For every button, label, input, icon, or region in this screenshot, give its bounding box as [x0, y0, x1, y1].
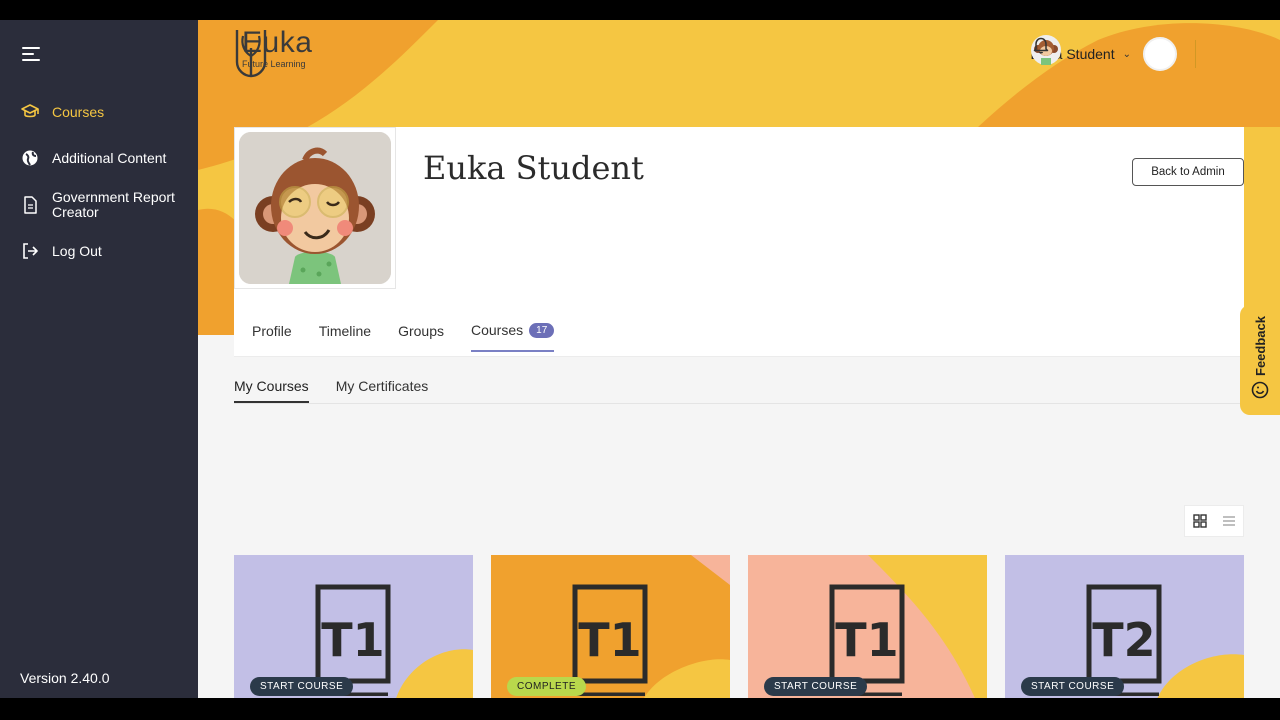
list-view-icon[interactable]	[1214, 506, 1243, 536]
tab-label: Groups	[398, 323, 444, 339]
profile-avatar	[234, 127, 396, 289]
sidebar-item-label: Log Out	[52, 242, 102, 259]
subtab-my-certificates[interactable]: My Certificates	[336, 378, 429, 403]
sidebar: Courses Additional Content Government Re…	[0, 20, 198, 698]
chevron-down-icon[interactable]: ⌄	[1123, 49, 1131, 60]
profile-card: Euka Student Back to Admin Profile Timel…	[234, 127, 1244, 357]
tab-timeline[interactable]: Timeline	[319, 322, 371, 352]
status-badge: START COURSE	[764, 677, 868, 696]
sidebar-item-log-out[interactable]: Log Out	[20, 241, 102, 261]
feedback-smile-icon	[1251, 381, 1269, 404]
tab-courses[interactable]: Courses 17	[471, 322, 555, 352]
tab-profile[interactable]: Profile	[252, 322, 292, 352]
book-label: T1	[321, 613, 384, 667]
user-menu: Euka Student ⌄	[1030, 35, 1280, 73]
back-to-admin-button[interactable]: Back to Admin	[1132, 158, 1244, 186]
book-label: T1	[835, 613, 898, 667]
bell-icon[interactable]	[1033, 37, 1236, 64]
tab-groups[interactable]: Groups	[398, 322, 444, 352]
graduation-cap-icon	[20, 102, 40, 122]
book-label: T2	[1092, 613, 1155, 667]
logo-leaf-icon	[235, 30, 267, 78]
tab-label: Profile	[252, 323, 292, 339]
sidebar-item-label: Government Report Creator	[52, 189, 175, 220]
version-label: Version 2.40.0	[20, 670, 110, 686]
tab-label: Timeline	[318, 323, 372, 339]
monkey-avatar-image	[239, 132, 391, 284]
euka-logo[interactable]: Euka Future Learning	[234, 28, 312, 78]
sidebar-item-courses[interactable]: Courses	[20, 102, 104, 122]
app-frame: Courses Additional Content Government Re…	[0, 20, 1280, 698]
document-icon	[20, 195, 40, 215]
sidebar-item-additional-content[interactable]: Additional Content	[20, 148, 166, 168]
tab-label: Courses	[471, 322, 524, 338]
sidebar-item-label: Additional Content	[52, 149, 167, 166]
course-card[interactable]: T1 START COURSE	[748, 555, 987, 698]
sidebar-item-government-report-creator[interactable]: Government Report Creator	[20, 190, 182, 220]
course-card[interactable]: T2 START COURSE	[1005, 555, 1244, 698]
grid-view-icon[interactable]	[1185, 506, 1214, 536]
course-subtabs: My Courses My Certificates	[234, 378, 1244, 404]
logout-icon	[20, 241, 40, 261]
status-badge: START COURSE	[1021, 677, 1125, 696]
course-card[interactable]: T1 COMPLETE	[491, 555, 730, 698]
subtab-my-courses[interactable]: My Courses	[234, 378, 309, 403]
sidebar-item-label: Courses	[52, 103, 105, 120]
profile-name: Euka Student	[423, 149, 644, 187]
book-label: T1	[578, 613, 641, 667]
globe-icon	[20, 148, 40, 168]
main-content: Euka Future Learning Euka Student ⌄ Euka…	[198, 20, 1280, 698]
avatar[interactable]	[1030, 35, 1177, 71]
feedback-tab[interactable]: Feedback	[1240, 305, 1280, 415]
header-divider	[1195, 40, 1196, 68]
feedback-label: Feedback	[1252, 315, 1268, 376]
profile-tabs: Profile Timeline Groups Courses 17	[252, 322, 581, 352]
status-badge: COMPLETE	[507, 677, 587, 696]
view-toggle	[1184, 505, 1244, 537]
status-badge: START COURSE	[250, 677, 354, 696]
course-card[interactable]: T1 START COURSE	[234, 555, 473, 698]
courses-count-badge: 17	[529, 322, 555, 338]
menu-toggle-icon[interactable]	[22, 47, 40, 61]
